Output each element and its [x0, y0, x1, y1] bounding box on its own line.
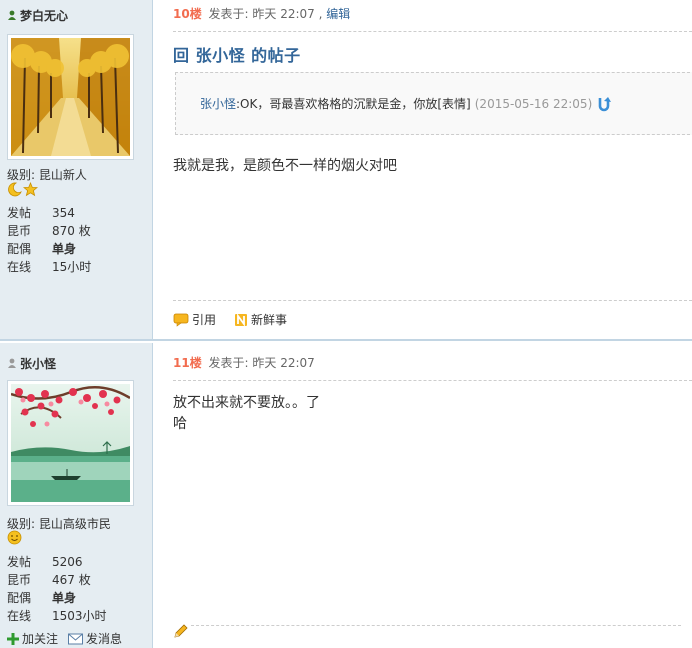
quote-text: :OK，哥最喜欢格格的沉默是金，你放[表情]	[236, 97, 471, 111]
post-body: 11楼 发表于: 昨天 22:07 放不出来就不要放。。了 哈	[153, 343, 692, 648]
quote-button[interactable]: 引用	[173, 311, 216, 328]
share-news-button[interactable]: 新鲜事	[234, 311, 287, 328]
author-name[interactable]: 梦白无心	[7, 7, 68, 24]
send-message-button[interactable]: 发消息	[68, 630, 122, 647]
post-content: 放不出来就不要放。。了 哈	[173, 395, 320, 432]
stat-spouse: 配偶 单身	[7, 242, 77, 256]
post-10: 梦白无心 级别: 昆山新人 发帖 354 昆币 870 枚 配偶 单身 在线 1…	[0, 0, 692, 341]
avatar-image	[11, 38, 130, 156]
user-level: 级别: 昆山高级市民	[7, 517, 111, 531]
level-link[interactable]: 昆山新人	[39, 168, 87, 182]
offline-status-icon	[8, 358, 16, 368]
quote-date: (2015-05-16 22:05)	[474, 96, 593, 111]
post-body: 10楼 发表于: 昨天 22:07 , 编辑 回 张小怪 的帖子 张小怪 :OK…	[153, 0, 692, 339]
rank-icons	[7, 530, 22, 546]
stat-posts: 发帖 354	[7, 206, 75, 220]
post-time: 发表于: 昨天 22:07 ,	[208, 7, 323, 21]
post-footer-divider	[191, 625, 681, 626]
pencil-icon[interactable]	[173, 623, 189, 639]
stat-online: 在线 1503小时	[7, 609, 107, 623]
floor-number[interactable]: 11楼	[173, 356, 202, 370]
moon-icon	[8, 182, 22, 197]
post-footer-divider	[173, 300, 692, 301]
star-icon	[23, 182, 38, 197]
post-info: 10楼 发表于: 昨天 22:07 , 编辑	[173, 0, 692, 32]
online-status-icon	[8, 10, 16, 20]
user-level: 级别: 昆山新人	[7, 168, 87, 182]
post-time: 发表于: 昨天 22:07	[208, 356, 315, 370]
reply-title: 回 张小怪 的帖子	[173, 46, 301, 65]
post-info: 11楼 发表于: 昨天 22:07	[173, 343, 692, 381]
plus-icon	[7, 632, 19, 645]
news-icon	[235, 312, 248, 327]
post-actions: 引用 新鲜事	[173, 311, 287, 328]
avatar-image	[11, 384, 130, 502]
jump-to-quote-icon[interactable]	[597, 96, 612, 112]
post-11: 张小怪 级别: 昆山高级市民 发帖 5206 昆币 467 枚 配偶 单身 在线…	[0, 343, 692, 648]
avatar[interactable]	[7, 380, 134, 506]
user-actions: 加关注 发消息	[7, 630, 122, 647]
envelope-icon	[68, 633, 84, 644]
quote-user[interactable]: 张小怪	[200, 95, 236, 112]
rank-icons	[7, 182, 38, 198]
post-content: 我就是我，是颜色不一样的烟火对吧	[173, 158, 397, 174]
follow-button[interactable]: 加关注	[7, 630, 58, 647]
quote-icon	[173, 313, 189, 327]
stat-online: 在线 15小时	[7, 260, 92, 274]
stat-posts: 发帖 5206	[7, 555, 83, 569]
stat-coins: 昆币 870 枚	[7, 224, 91, 238]
author-panel: 梦白无心 级别: 昆山新人 发帖 354 昆币 870 枚 配偶 单身 在线 1…	[0, 0, 153, 339]
author-panel: 张小怪 级别: 昆山高级市民 发帖 5206 昆币 467 枚 配偶 单身 在线…	[0, 343, 153, 648]
author-name[interactable]: 张小怪	[7, 355, 56, 372]
user-stats: 发帖 5206 昆币 467 枚 配偶 单身 在线 1503小时	[7, 553, 147, 625]
quote-box: 张小怪 :OK，哥最喜欢格格的沉默是金，你放[表情] (2015-05-16 2…	[175, 72, 692, 135]
level-link[interactable]: 昆山高级市民	[39, 517, 111, 531]
smiley-icon	[7, 530, 22, 545]
user-stats: 发帖 354 昆币 870 枚 配偶 单身 在线 15小时	[7, 204, 147, 276]
stat-spouse: 配偶 单身	[7, 591, 77, 605]
floor-number[interactable]: 10楼	[173, 7, 202, 21]
stat-coins: 昆币 467 枚	[7, 573, 91, 587]
edit-link[interactable]: 编辑	[326, 7, 350, 21]
avatar[interactable]	[7, 34, 134, 160]
